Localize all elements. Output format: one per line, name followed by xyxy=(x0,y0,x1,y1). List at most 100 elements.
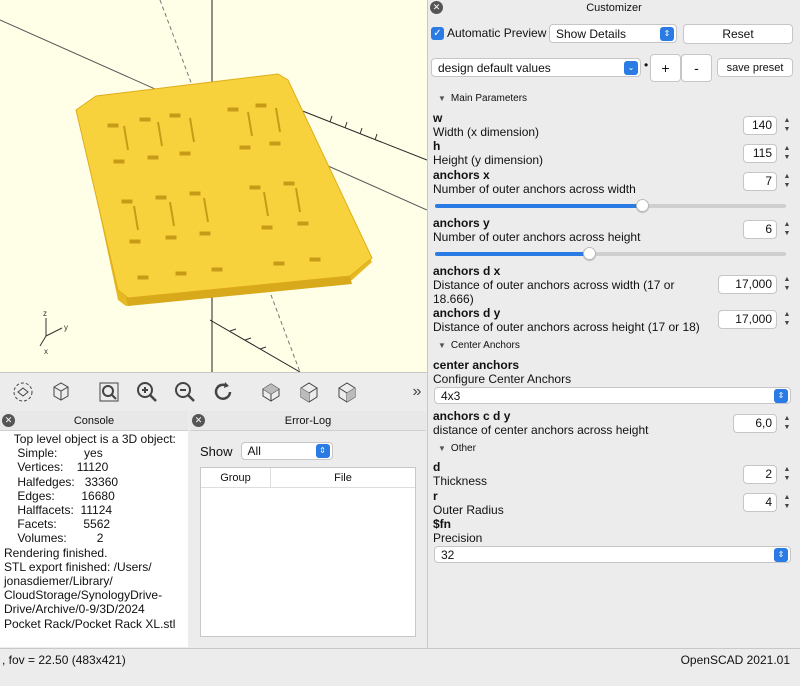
zoom-all-icon[interactable] xyxy=(90,375,128,409)
zoom-out-icon[interactable] xyxy=(166,375,204,409)
view-front-icon[interactable] xyxy=(290,375,328,409)
param-fn-value: 32 xyxy=(441,547,455,562)
stepper-arrows-icon[interactable]: ▲ ▼ xyxy=(782,414,792,434)
viewport-canvas: z y x xyxy=(0,0,427,372)
param-r-desc: Outer Radius xyxy=(433,503,504,517)
preset-select[interactable]: design default values ⌄ xyxy=(431,58,641,77)
param-ay-input[interactable]: 6 xyxy=(743,220,777,239)
section-other[interactable]: ▼ Other xyxy=(432,441,798,457)
3d-viewport[interactable]: z y x xyxy=(0,0,427,372)
stepper-arrows-icon[interactable]: ▲ ▼ xyxy=(782,172,792,192)
stepper-arrows-icon[interactable]: ▲ ▼ xyxy=(782,275,792,295)
console-line: Halfedges: 33360 xyxy=(4,474,119,489)
errorlog-show-select[interactable]: All ⇕ xyxy=(240,442,333,460)
param-ady-desc: Distance of outer anchors across height … xyxy=(433,320,700,334)
param-ay-name: anchors y xyxy=(433,216,490,230)
errorlog-panel: Show All ⇕ Group File xyxy=(190,431,426,647)
rotate-reset-icon[interactable] xyxy=(204,375,242,409)
param-ca-name: center anchors xyxy=(433,358,520,372)
console-close-icon[interactable]: ✕ xyxy=(2,414,15,427)
reset-button[interactable]: Reset xyxy=(683,24,793,44)
console-line: Edges: 16680 xyxy=(4,488,115,503)
preset-modified-dot: • xyxy=(644,58,649,72)
param-ca-desc: Configure Center Anchors xyxy=(433,372,572,386)
view-all-icon[interactable] xyxy=(4,375,42,409)
console-header: ✕ Console xyxy=(0,411,188,431)
more-icon[interactable]: » xyxy=(407,383,427,401)
console-line: CloudStorage/SynologyDrive- xyxy=(4,588,163,603)
status-version: OpenSCAD 2021.01 xyxy=(680,653,790,667)
slider-knob[interactable] xyxy=(636,199,650,212)
auto-preview-label: Automatic Preview xyxy=(447,26,547,40)
stepper-arrows-icon[interactable]: ▲ ▼ xyxy=(782,493,792,513)
param-cady-input[interactable]: 6,0 xyxy=(733,414,777,433)
customizer-title: Customizer xyxy=(586,2,642,14)
console-line: Top level object is a 3D object: xyxy=(4,432,176,446)
errorlog-show-label: Show xyxy=(200,443,233,459)
stepper-arrows-icon[interactable]: ▲ ▼ xyxy=(782,465,792,485)
console-line: Halffacets: 11124 xyxy=(4,503,113,518)
customizer-panel: ✕ Customizer ✓ Automatic Preview Show De… xyxy=(427,0,800,648)
view-diagonal-icon[interactable] xyxy=(328,375,366,409)
errorlog-close-icon[interactable]: ✕ xyxy=(192,414,205,427)
triangle-down-icon: ▼ xyxy=(438,444,446,453)
errorlog-show-value: All xyxy=(247,444,261,458)
param-w-desc: Width (x dimension) xyxy=(433,125,540,139)
column-header-group[interactable]: Group xyxy=(201,468,271,487)
param-ca-select[interactable]: 4x3 ⇕ xyxy=(434,387,791,404)
auto-preview-checkbox[interactable]: ✓ xyxy=(431,27,444,40)
stepper-arrows-icon[interactable]: ▲ ▼ xyxy=(782,220,792,240)
param-r-input[interactable]: 4 xyxy=(743,493,777,512)
triangle-down-icon: ▼ xyxy=(438,341,446,350)
stepper-arrows-icon[interactable]: ▲ ▼ xyxy=(782,310,792,330)
errorlog-header: ✕ Error-Log xyxy=(190,411,426,431)
svg-text:y: y xyxy=(64,323,68,332)
param-ay-slider[interactable] xyxy=(435,247,786,260)
param-d-desc: Thickness xyxy=(433,474,488,488)
console-line: Facets: 5562 xyxy=(4,517,111,532)
details-value: Show Details xyxy=(556,26,627,41)
errorlog-title: Error-Log xyxy=(284,414,332,427)
model-plate xyxy=(75,73,373,306)
param-h-name: h xyxy=(433,139,441,153)
column-header-file[interactable]: File xyxy=(271,468,415,487)
save-preset-button[interactable]: save preset xyxy=(717,58,793,77)
param-fn-select[interactable]: 32 ⇕ xyxy=(434,546,791,563)
stepper-arrows-icon[interactable]: ▲ ▼ xyxy=(782,144,792,164)
chevron-down-icon: ⌄ xyxy=(624,60,638,75)
view-top-icon[interactable] xyxy=(252,375,290,409)
param-w-name: w xyxy=(433,111,443,125)
param-r-name: r xyxy=(433,489,438,503)
param-ady-input[interactable]: 17,000 xyxy=(718,310,777,329)
section-main-parameters[interactable]: ▼ Main Parameters xyxy=(432,91,798,107)
details-select[interactable]: Show Details ⇕ xyxy=(549,24,677,43)
console-output[interactable]: Top level object is a 3D object: Simple:… xyxy=(0,431,188,647)
param-h-desc: Height (y dimension) xyxy=(433,153,544,167)
param-ax-input[interactable]: 7 xyxy=(743,172,777,191)
zoom-in-icon[interactable] xyxy=(128,375,166,409)
param-ax-desc: Number of outer anchors across width xyxy=(433,182,636,196)
reset-view-icon[interactable] xyxy=(42,375,80,409)
remove-preset-button[interactable]: - xyxy=(681,54,712,82)
errorlog-table[interactable]: Group File xyxy=(200,467,416,637)
axis-gizmo xyxy=(39,318,63,347)
triangle-down-icon: ▼ xyxy=(438,94,446,103)
param-ax-slider[interactable] xyxy=(435,199,786,212)
updown-arrow-icon: ⇕ xyxy=(774,388,788,403)
updown-arrow-icon: ⇕ xyxy=(660,26,674,41)
param-ady-name: anchors d y xyxy=(433,306,501,320)
param-d-input[interactable]: 2 xyxy=(743,465,777,484)
customizer-close-icon[interactable]: ✕ xyxy=(430,1,443,14)
param-w-input[interactable]: 140 xyxy=(743,116,777,135)
param-adx-input[interactable]: 17,000 xyxy=(718,275,777,294)
stepper-arrows-icon[interactable]: ▲ ▼ xyxy=(782,116,792,136)
add-preset-button[interactable]: + xyxy=(650,54,681,82)
console-line: Drive/Archive/0-9/3D/2024 xyxy=(4,602,145,617)
param-adx-desc-cont: 18.666) xyxy=(433,292,474,306)
param-h-input[interactable]: 115 xyxy=(743,144,777,163)
preset-value: design default values xyxy=(438,60,551,75)
section-center-anchors[interactable]: ▼ Center Anchors xyxy=(432,338,798,354)
param-d-name: d xyxy=(433,460,441,474)
slider-knob[interactable] xyxy=(583,247,597,260)
param-adx-name: anchors d x xyxy=(433,264,501,278)
